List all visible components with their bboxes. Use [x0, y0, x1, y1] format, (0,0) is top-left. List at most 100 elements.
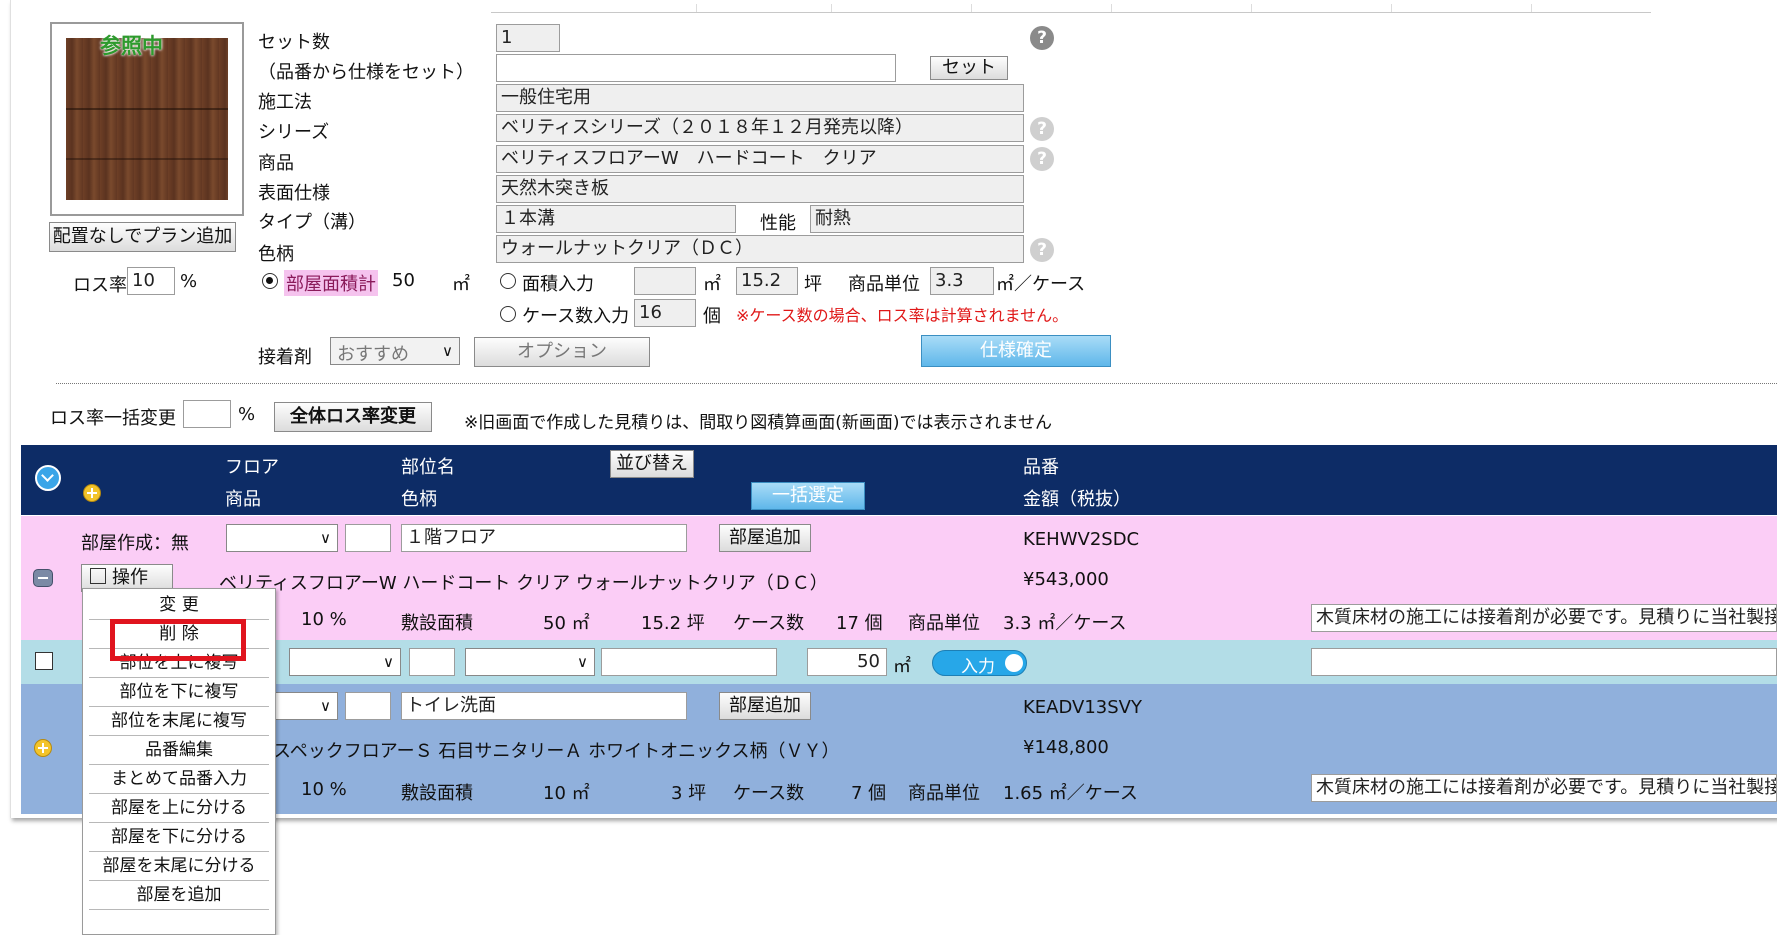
- floor-select[interactable]: ∨: [289, 648, 401, 676]
- product-code: KEHWV2SDC: [1023, 529, 1140, 550]
- menu-item-split-room-above[interactable]: 部屋を上に分ける: [89, 794, 269, 823]
- amount: ¥543,000: [1023, 569, 1109, 590]
- performance-field[interactable]: 耐熱: [810, 205, 1024, 233]
- add-room-button[interactable]: 部屋追加: [719, 524, 811, 552]
- product-unit-label: 商品単位: [908, 783, 980, 804]
- area-m2-input[interactable]: [634, 267, 696, 295]
- part-name-input[interactable]: [601, 648, 777, 676]
- per-case-unit: ㎡／ケース: [996, 274, 1086, 295]
- chevron-down-icon: ∨: [442, 342, 453, 360]
- construction-method-label: 施工法: [258, 92, 312, 113]
- floor-select[interactable]: ∨: [271, 692, 338, 720]
- room-total-unit: ㎡: [452, 274, 470, 295]
- menu-item-add-room[interactable]: 部屋を追加: [89, 881, 269, 910]
- surface-label: 表面仕様: [258, 183, 330, 204]
- floor-number-input[interactable]: [345, 524, 391, 552]
- col-product: 商品: [225, 489, 261, 510]
- product-code-input[interactable]: [496, 54, 896, 82]
- bulk-select-button[interactable]: 一括選定: [751, 482, 865, 510]
- case-unit: 個: [703, 306, 721, 327]
- collapse-row-icon[interactable]: [33, 569, 53, 587]
- menu-item-edit-code[interactable]: 品番編集: [89, 736, 269, 765]
- floor-number-input[interactable]: [345, 692, 391, 720]
- series-help-icon[interactable]: ?: [1030, 117, 1054, 141]
- input-toggle[interactable]: 入力: [932, 650, 1027, 677]
- menu-item-copy-part-end[interactable]: 部位を末尾に複写: [89, 707, 269, 736]
- menu-item-copy-part-below[interactable]: 部位を下に複写: [89, 678, 269, 707]
- area-input-label: 面積入力: [522, 274, 594, 295]
- area-value-input[interactable]: 50: [807, 648, 887, 676]
- set-count-label: セット数: [258, 32, 330, 53]
- room-total-value: 50: [392, 270, 415, 291]
- color-label: 色柄: [258, 244, 294, 265]
- laid-area-label: 敷設面積: [401, 613, 473, 634]
- add-plan-without-placement-button[interactable]: 配置なしでプラン追加: [49, 222, 236, 252]
- section-divider: [56, 383, 1777, 384]
- floor-number-input[interactable]: [409, 648, 455, 676]
- bulk-loss-input[interactable]: [183, 400, 231, 428]
- room-total-label: 部屋面積計: [284, 270, 378, 296]
- surface-field[interactable]: 天然木突き板: [496, 175, 1024, 203]
- col-color: 色柄: [401, 489, 437, 510]
- col-part-name: 部位名: [401, 457, 455, 478]
- table-row: 部屋作成：無 ∨ １階フロア 部屋追加 KEHWV2SDC 操作 ベリティスフロ…: [21, 516, 1777, 640]
- old-screen-note: ※旧画面で作成した見積りは、間取り図積算画面(新画面)では表示されません: [464, 413, 1052, 433]
- product-field[interactable]: ベリティスフロアーW ハードコート クリア: [496, 145, 1024, 173]
- floor-select[interactable]: ∨: [226, 524, 338, 552]
- set-count-input[interactable]: 1: [496, 24, 560, 52]
- product-help-icon[interactable]: ?: [1030, 147, 1054, 171]
- case-count-input[interactable]: 16: [634, 299, 696, 327]
- confirm-spec-button[interactable]: 仕様確定: [921, 335, 1111, 367]
- case-input-radio[interactable]: [500, 306, 516, 322]
- color-help-icon[interactable]: ?: [1030, 238, 1054, 262]
- laid-area-value: 10 ㎡: [543, 783, 590, 804]
- case-count-label: ケース数: [733, 613, 805, 634]
- table-header: フロア 商品 部位名 色柄 並び替え 一括選定 品番 金額（税抜）: [21, 445, 1777, 515]
- chevron-down-icon: ∨: [320, 529, 331, 547]
- loss-rate-value: 10 %: [301, 779, 347, 800]
- collapse-all-icon[interactable]: [35, 465, 61, 491]
- product-unit-field[interactable]: 3.3: [930, 267, 994, 295]
- part-name-input[interactable]: １階フロア: [401, 524, 687, 552]
- note-field[interactable]: 木質床材の施工には接着剤が必要です。見積りに当社製接: [1311, 774, 1777, 802]
- series-field[interactable]: ベリティスシリーズ（２０１８年１２月発売以降）: [496, 114, 1024, 142]
- color-field[interactable]: ウォールナットクリア（ＤＣ）: [496, 235, 1024, 263]
- adhesive-label: 接着剤: [258, 347, 312, 368]
- menu-item-split-room-end[interactable]: 部屋を末尾に分ける: [89, 852, 269, 881]
- room-total-radio[interactable]: [262, 273, 278, 289]
- adhesive-select[interactable]: おすすめ ∨: [330, 337, 460, 365]
- wood-texture-image: [66, 38, 228, 200]
- add-room-button[interactable]: 部屋追加: [719, 692, 811, 720]
- product-code-label: （品番から仕様をセット）: [258, 62, 474, 83]
- help-icon[interactable]: ?: [1030, 26, 1054, 50]
- set-button[interactable]: セット: [930, 56, 1008, 80]
- note-field[interactable]: 木質床材の施工には接着剤が必要です。見積りに当社製接: [1311, 604, 1777, 632]
- type-field[interactable]: １本溝: [496, 205, 736, 233]
- sort-button[interactable]: 並び替え: [610, 450, 694, 478]
- note-field[interactable]: [1311, 648, 1777, 676]
- menu-item-split-room-below[interactable]: 部屋を下に分ける: [89, 823, 269, 852]
- area-input-radio[interactable]: [500, 273, 516, 289]
- menu-item-bulk-code-input[interactable]: まとめて品番入力: [89, 765, 269, 794]
- option-button[interactable]: オプション: [474, 337, 650, 367]
- expand-row-icon[interactable]: [34, 739, 52, 757]
- menu-item-change[interactable]: 変 更: [89, 591, 269, 620]
- product-thumbnail: 参照中: [50, 22, 244, 216]
- product-unit-label: 商品単位: [908, 613, 980, 634]
- apply-bulk-loss-button[interactable]: 全体ロス率変更: [274, 402, 432, 432]
- part-name-input[interactable]: トイレ洗面: [401, 692, 687, 720]
- reference-status-label: 参照中: [100, 34, 163, 58]
- row-checkbox[interactable]: [35, 652, 53, 670]
- chevron-down-icon: ∨: [320, 697, 331, 715]
- construction-method-field[interactable]: 一般住宅用: [496, 84, 1024, 112]
- loss-rate-input[interactable]: 10: [127, 267, 175, 295]
- loss-rate-value: 10 %: [301, 609, 347, 630]
- type-label: タイプ（溝）: [258, 212, 366, 233]
- add-row-icon[interactable]: [83, 484, 101, 502]
- product-unit-label: 商品単位: [848, 274, 920, 295]
- adhesive-select-value: おすすめ: [337, 344, 409, 365]
- tsubo-input[interactable]: 15.2: [736, 267, 798, 295]
- part-select[interactable]: ∨: [465, 648, 595, 676]
- amount: ¥148,800: [1023, 737, 1109, 758]
- area-m2-unit: ㎡: [703, 274, 721, 295]
